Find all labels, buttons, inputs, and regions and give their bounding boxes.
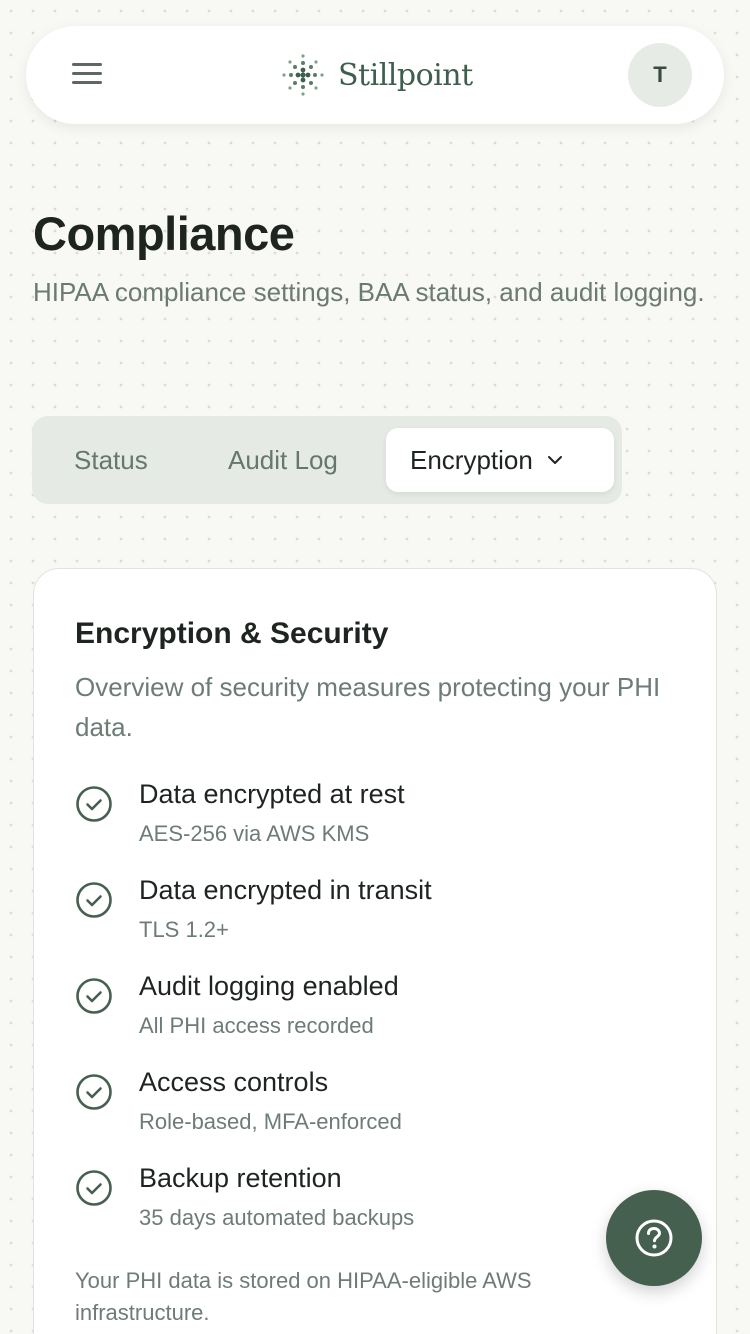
tab-encryption[interactable]: Encryption — [386, 428, 614, 492]
list-item: Audit logging enabled All PHI access rec… — [75, 971, 675, 1067]
card-description: Overview of security measures protecting… — [75, 672, 661, 742]
list-item: Access controls Role-based, MFA-enforced — [75, 1067, 675, 1163]
list-item: Backup retention 35 days automated backu… — [75, 1163, 675, 1259]
tab-label: Encryption — [410, 444, 533, 475]
list-item: Data encrypted at rest AES-256 via AWS K… — [75, 779, 675, 875]
tab-status[interactable]: Status — [74, 428, 148, 492]
list-item: Data encrypted in transit TLS 1.2+ — [75, 875, 675, 971]
security-measures-list: Data encrypted at rest AES-256 via AWS K… — [75, 779, 675, 1259]
item-detail: All PHI access recorded — [139, 1013, 374, 1038]
item-detail: Role-based, MFA-enforced — [139, 1109, 402, 1134]
help-icon — [635, 1219, 673, 1257]
check-circle-icon — [76, 1074, 112, 1110]
brand-name: Stillpoint — [338, 57, 473, 93]
tab-audit-log[interactable]: Audit Log — [228, 428, 338, 492]
tab-label: Audit Log — [228, 444, 338, 475]
item-label: Data encrypted in transit — [139, 875, 432, 905]
help-button[interactable] — [606, 1190, 702, 1286]
check-circle-icon — [76, 882, 112, 918]
item-label: Audit logging enabled — [139, 971, 399, 1001]
tab-bar: Status Audit Log Encryption — [32, 416, 622, 504]
avatar[interactable]: T — [628, 43, 692, 107]
chevron-down-icon — [547, 456, 562, 464]
card-footer-note: Your PHI data is stored on HIPAA-eligibl… — [75, 1268, 532, 1325]
item-label: Data encrypted at rest — [139, 779, 405, 809]
check-circle-icon — [76, 1170, 112, 1206]
menu-icon[interactable] — [72, 61, 104, 87]
item-detail: AES-256 via AWS KMS — [139, 821, 370, 846]
item-label: Backup retention — [139, 1163, 342, 1193]
page-subtitle: HIPAA compliance settings, BAA status, a… — [33, 277, 705, 307]
brand[interactable]: Stillpoint — [280, 50, 473, 100]
item-detail: TLS 1.2+ — [139, 917, 229, 942]
top-bar: Stillpoint T — [26, 26, 724, 124]
tab-label: Status — [74, 444, 148, 475]
check-circle-icon — [76, 978, 112, 1014]
brand-logo-icon — [282, 54, 324, 96]
item-detail: 35 days automated backups — [139, 1205, 415, 1230]
check-circle-icon — [76, 786, 112, 822]
item-label: Access controls — [139, 1067, 329, 1097]
page-title: Compliance — [33, 207, 295, 260]
card-title: Encryption & Security — [75, 617, 389, 650]
